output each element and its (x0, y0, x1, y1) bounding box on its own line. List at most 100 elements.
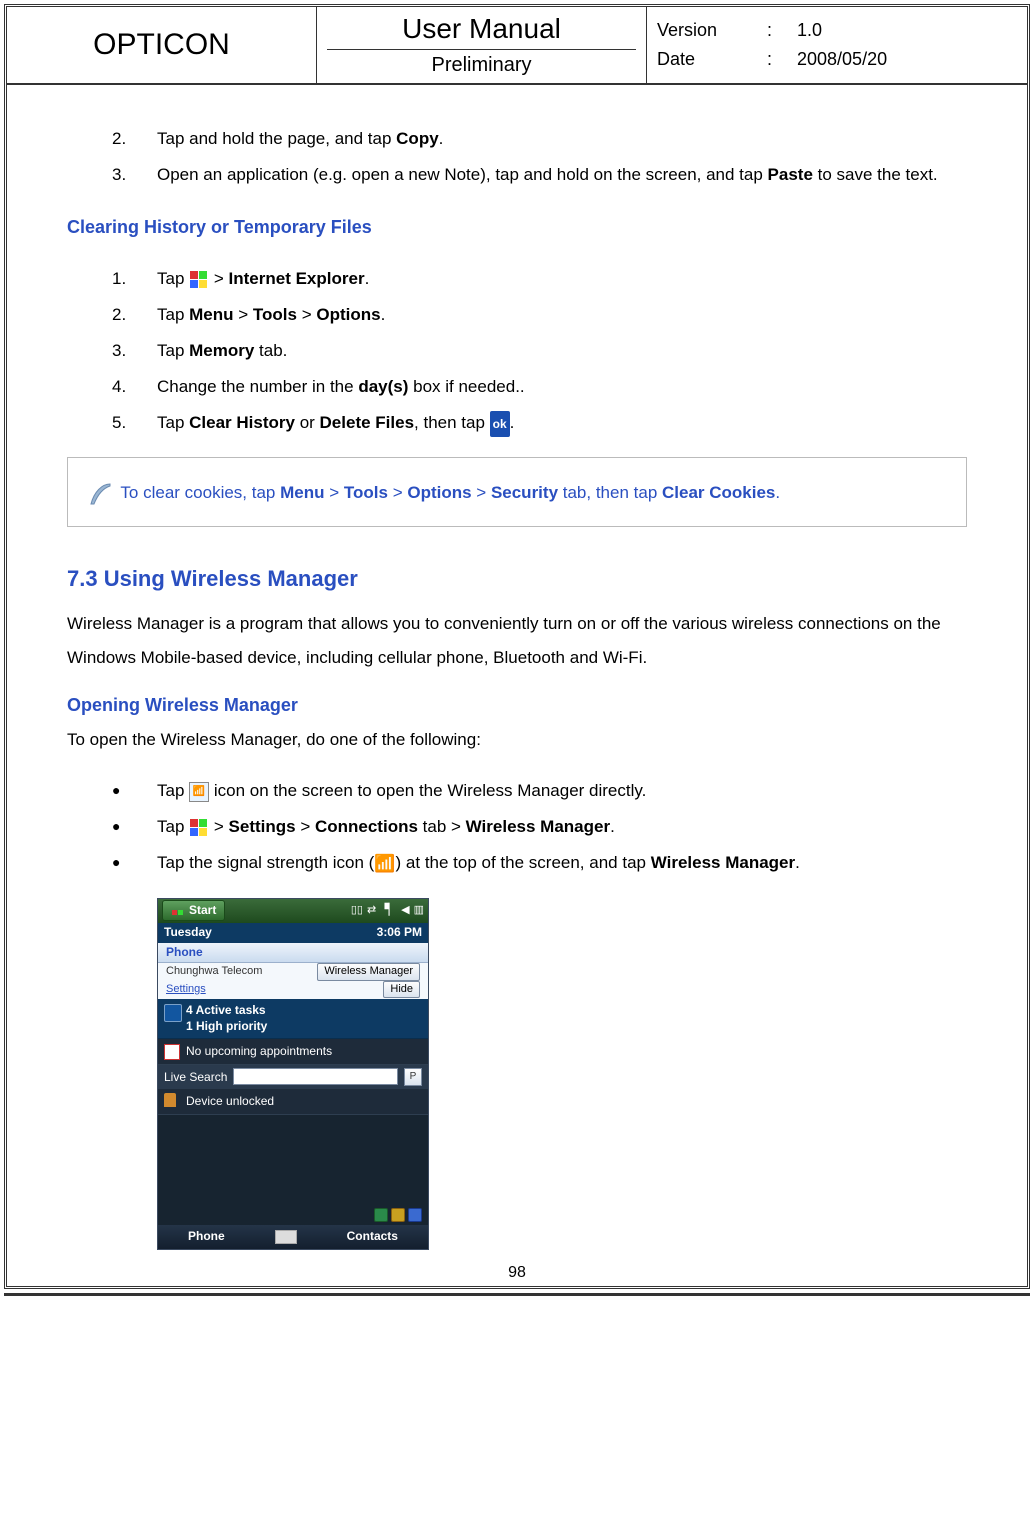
version-label: Version (657, 20, 767, 41)
bullet-text: . (795, 853, 800, 872)
bold-clear-cookies: Clear Cookies (662, 483, 775, 502)
contacts-softkey[interactable]: Contacts (347, 1228, 398, 1245)
phone-softkey[interactable]: Phone (188, 1228, 225, 1245)
live-search-row: Live Search P (158, 1065, 428, 1089)
phone-panel-header: Phone (158, 943, 428, 963)
clear-step-1: 1. Tap > Internet Explorer. (112, 262, 967, 296)
step-text: > (297, 305, 316, 324)
tray-icons[interactable] (374, 1208, 422, 1222)
bold-paste: Paste (768, 165, 813, 184)
bold-copy: Copy (396, 129, 439, 148)
step-text: Tap (157, 413, 189, 432)
doc-title: User Manual (327, 13, 636, 50)
heading-7-3: 7.3 Using Wireless Manager (67, 557, 967, 601)
brand: OPTICON (7, 7, 317, 83)
wireless-manager-button[interactable]: Wireless Manager (317, 963, 420, 980)
signal-strength-icon: 📶 (374, 847, 395, 881)
bold-days: day(s) (358, 377, 408, 396)
bullet-text: Tap the signal strength icon ( (157, 853, 374, 872)
doc-subtitle: Preliminary (327, 50, 636, 77)
doc-title-block: User Manual Preliminary (317, 7, 647, 83)
bullet-text: ) at the top of the screen, and tap (396, 853, 651, 872)
device-unlocked-row[interactable]: Device unlocked (158, 1089, 428, 1115)
section-7-3-intro: Wireless Manager is a program that allow… (67, 607, 967, 675)
appointments-row[interactable]: No upcoming appointments (158, 1039, 428, 1065)
keyboard-icon[interactable] (275, 1230, 297, 1244)
step-3: 3. Open an application (e.g. open a new … (112, 158, 967, 192)
step-text: to save the text. (813, 165, 938, 184)
step-number: 1. (112, 262, 157, 296)
step-text: or (295, 413, 320, 432)
hint-text: . (775, 483, 780, 502)
phone-panel-body: Chunghwa Telecom Wireless Manager Settin… (158, 963, 428, 999)
ss-date-row: Tuesday 3:06 PM (158, 923, 428, 943)
settings-link[interactable]: Settings (166, 982, 206, 997)
bold-options: Options (316, 305, 380, 324)
hint-clear-cookies: To clear cookies, tap Menu > Tools > Opt… (67, 457, 967, 527)
page-number: 98 (7, 1260, 1027, 1286)
tray-icon-2[interactable] (391, 1208, 405, 1222)
step-text: Change the number in the (157, 377, 358, 396)
open-intro: To open the Wireless Manager, do one of … (67, 723, 967, 757)
hint-text: tab, then tap (558, 483, 662, 502)
bold-wireless-manager: Wireless Manager (466, 817, 610, 836)
step-number: 5. (112, 406, 157, 440)
colon: : (767, 49, 797, 70)
bold-clear-history: Clear History (189, 413, 295, 432)
bold-options: Options (407, 483, 471, 502)
heading-clearing-history: Clearing History or Temporary Files (67, 209, 967, 245)
step-text: tab. (254, 341, 287, 360)
ok-icon: ok (490, 411, 510, 437)
clear-steps: 1. Tap > Internet Explorer. 2. Tap Menu … (67, 262, 967, 440)
step-text: Tap and hold the page, and tap (157, 129, 396, 148)
wireless-manager-icon: 📶 (189, 782, 209, 802)
date-value: 2008/05/20 (797, 49, 887, 70)
bullet-text: > (296, 817, 315, 836)
bullet-dot: ● (112, 810, 157, 840)
bold-connections: Connections (315, 817, 418, 836)
hint-text: > (472, 483, 491, 502)
tasks-line-1: 4 Active tasks (186, 1002, 420, 1019)
step-number: 4. (112, 370, 157, 404)
status-icons[interactable]: ▯▯ ⇄ ▝▏ ◀ ▥ (351, 903, 424, 918)
search-go-button[interactable]: P (404, 1068, 422, 1086)
ss-spacer (158, 1115, 428, 1225)
step-text: . (365, 269, 370, 288)
start-label: Start (189, 902, 216, 919)
step-text: , then tap (414, 413, 490, 432)
bullet-text: icon on the screen to open the Wireless … (214, 781, 646, 800)
bullet-text: Tap (157, 817, 189, 836)
tasks-line-2: 1 High priority (186, 1018, 420, 1035)
bullet-3: ● Tap the signal strength icon (📶) at th… (112, 846, 967, 881)
tray-icon-1[interactable] (374, 1208, 388, 1222)
day-label: Tuesday (164, 924, 212, 941)
antenna-icon: ▝▏ (380, 903, 397, 918)
step-text: Tap (157, 269, 189, 288)
tasks-row[interactable]: 4 Active tasks 1 High priority (158, 999, 428, 1040)
start-button[interactable]: Start (162, 900, 225, 921)
search-input[interactable] (233, 1068, 398, 1085)
device-screenshot: Start ▯▯ ⇄ ▝▏ ◀ ▥ Tuesday 3:06 PM Phone … (157, 898, 429, 1250)
clear-step-3: 3. Tap Memory tab. (112, 334, 967, 368)
battery-icon: ▥ (414, 903, 424, 918)
hint-text: To clear cookies, tap (120, 483, 280, 502)
ss-bottombar: Phone Contacts (158, 1225, 428, 1249)
bullet-dot: ● (112, 846, 157, 876)
hide-button[interactable]: Hide (383, 981, 420, 998)
step-number: 2. (112, 298, 157, 332)
bold-menu: Menu (280, 483, 324, 502)
step-text: box if needed.. (408, 377, 524, 396)
bold-tools: Tools (344, 483, 388, 502)
step-text: Tap (157, 305, 189, 324)
step-text: . (381, 305, 386, 324)
tray-icon-3[interactable] (408, 1208, 422, 1222)
continuation-steps: 2. Tap and hold the page, and tap Copy. … (67, 122, 967, 192)
bullet-text: tab > (418, 817, 466, 836)
step-number: 3. (112, 158, 157, 192)
bullet-dot: ● (112, 774, 157, 804)
bullet-text: . (610, 817, 615, 836)
step-number: 2. (112, 122, 157, 156)
bold-security: Security (491, 483, 558, 502)
date-label: Date (657, 49, 767, 70)
hint-text: > (325, 483, 344, 502)
